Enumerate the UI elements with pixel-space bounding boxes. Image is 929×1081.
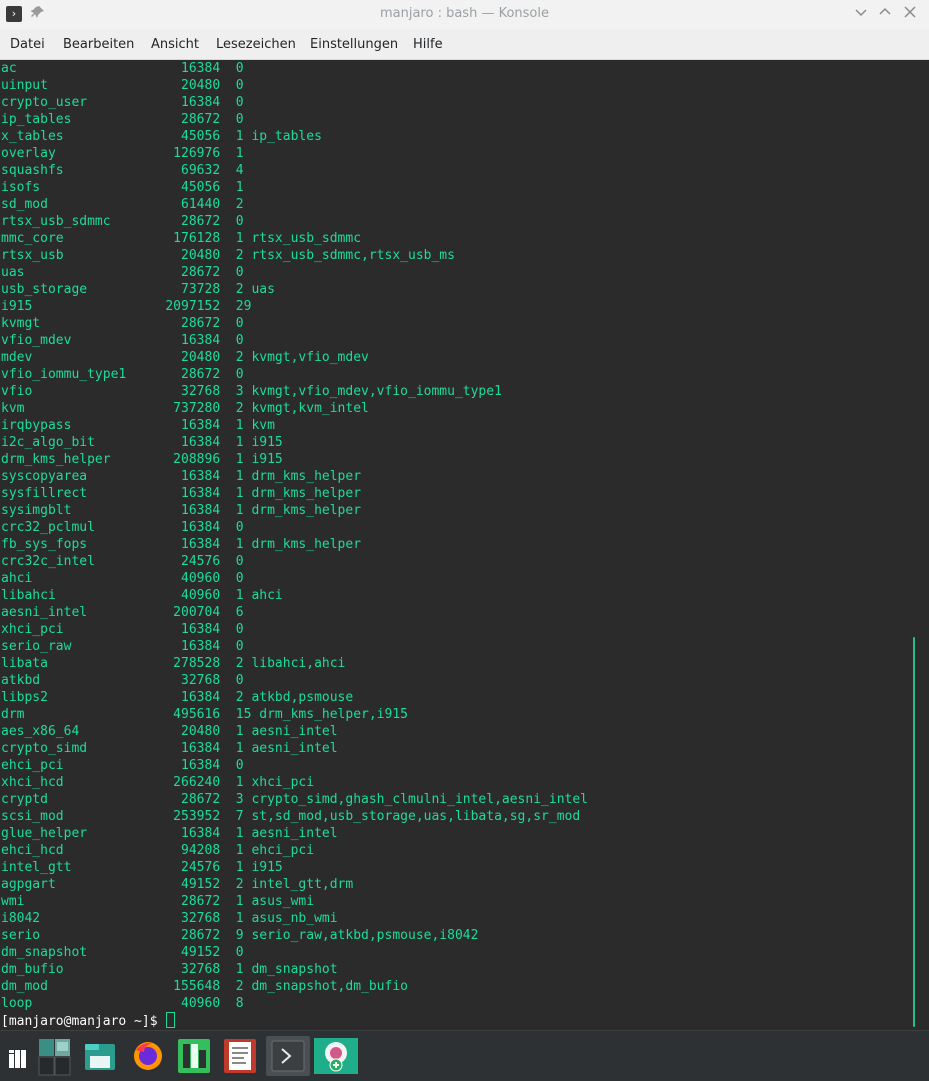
firefox-icon[interactable] bbox=[126, 1036, 170, 1076]
terminal-line: glue_helper 16384 1 aesni_intel bbox=[1, 826, 338, 841]
scrollbar-thumb[interactable] bbox=[913, 637, 915, 1027]
terminal-line: crypto_user 16384 0 bbox=[1, 95, 244, 110]
manjaro-settings-icon[interactable] bbox=[172, 1036, 216, 1076]
scrollbar-track[interactable] bbox=[923, 60, 929, 1030]
shell-prompt: [manjaro@manjaro ~]$ bbox=[1, 1014, 166, 1029]
terminal-line: libata 278528 2 libahci,ahci bbox=[1, 656, 346, 671]
terminal-line: crc32c_intel 24576 0 bbox=[1, 554, 244, 569]
application-launcher-icon[interactable] bbox=[0, 1036, 36, 1076]
terminal-line: dm_mod 155648 2 dm_snapshot,dm_bufio bbox=[1, 979, 408, 994]
title-bar: › manjaro : bash — Konsole bbox=[0, 0, 929, 30]
terminal-line: xhci_hcd 266240 1 xhci_pci bbox=[1, 775, 315, 790]
menu-lesezeichen[interactable]: Lesezeichen bbox=[216, 30, 296, 59]
terminal-line: fb_sys_fops 16384 1 drm_kms_helper bbox=[1, 537, 362, 552]
terminal-line: isofs 45056 1 bbox=[1, 180, 244, 195]
terminal-output: ac 16384 0 uinput 20480 0 crypto_user 1638… bbox=[1, 60, 588, 1029]
terminal-line: ahci 40960 0 bbox=[1, 571, 244, 586]
pager-icon[interactable] bbox=[38, 1037, 72, 1077]
terminal-line: atkbd 32768 0 bbox=[1, 673, 244, 688]
terminal-line: vfio 32768 3 kvmgt,vfio_mdev,vfio_iommu_… bbox=[1, 384, 502, 399]
terminal-line: syscopyarea 16384 1 drm_kms_helper bbox=[1, 469, 362, 484]
prompt-line[interactable]: [manjaro@manjaro ~]$ bbox=[1, 1012, 588, 1029]
terminal-line: drm 495616 15 drm_kms_helper,i915 bbox=[1, 707, 408, 722]
terminal-line: sysfillrect 16384 1 drm_kms_helper bbox=[1, 486, 362, 501]
terminal-line: libahci 40960 1 ahci bbox=[1, 588, 283, 603]
terminal-line: mmc_core 176128 1 rtsx_usb_sdmmc bbox=[1, 231, 362, 246]
terminal-line: rtsx_usb_sdmmc 28672 0 bbox=[1, 214, 244, 229]
menu-bearbeiten[interactable]: Bearbeiten bbox=[63, 30, 134, 59]
terminal-line: cryptd 28672 3 crypto_simd,ghash_clmulni… bbox=[1, 792, 588, 807]
terminal-line: ehci_hcd 94208 1 ehci_pci bbox=[1, 843, 315, 858]
file-manager-icon[interactable] bbox=[78, 1036, 122, 1076]
menu-einstellungen[interactable]: Einstellungen bbox=[310, 30, 398, 59]
menu-bar: Datei Bearbeiten Ansicht Lesezeichen Ein… bbox=[0, 30, 929, 60]
terminal-line: serio_raw 16384 0 bbox=[1, 639, 244, 654]
terminal-line: ip_tables 28672 0 bbox=[1, 112, 244, 127]
terminal-line: uas 28672 0 bbox=[1, 265, 244, 280]
terminal-line: rtsx_usb 20480 2 rtsx_usb_sdmmc,rtsx_usb… bbox=[1, 248, 455, 263]
terminal-line: kvm 737280 2 kvmgt,kvm_intel bbox=[1, 401, 369, 416]
maximize-icon[interactable] bbox=[875, 5, 895, 25]
terminal-line: i8042 32768 1 asus_nb_wmi bbox=[1, 911, 338, 926]
terminal-line: ehci_pci 16384 0 bbox=[1, 758, 244, 773]
terminal-line: scsi_mod 253952 7 st,sd_mod,usb_storage,… bbox=[1, 809, 581, 824]
menu-hilfe[interactable]: Hilfe bbox=[413, 30, 443, 59]
terminal-line: usb_storage 73728 2 uas bbox=[1, 282, 275, 297]
terminal-line: aes_x86_64 20480 1 aesni_intel bbox=[1, 724, 338, 739]
software-installer-icon[interactable] bbox=[314, 1036, 358, 1076]
text-cursor bbox=[166, 1012, 176, 1028]
terminal-line: mdev 20480 2 kvmgt,vfio_mdev bbox=[1, 350, 369, 365]
terminal-line: libps2 16384 2 atkbd,psmouse bbox=[1, 690, 354, 705]
terminal-view[interactable]: ac 16384 0 uinput 20480 0 crypto_user 1638… bbox=[0, 60, 923, 1030]
terminal-line: uinput 20480 0 bbox=[1, 78, 244, 93]
text-editor-icon[interactable] bbox=[218, 1036, 262, 1076]
close-icon[interactable] bbox=[900, 5, 920, 25]
window-title: manjaro : bash — Konsole bbox=[379, 6, 549, 21]
terminal-line: x_tables 45056 1 ip_tables bbox=[1, 129, 322, 144]
terminal-line: agpgart 49152 2 intel_gtt,drm bbox=[1, 877, 354, 892]
minimize-icon[interactable] bbox=[851, 5, 871, 25]
konsole-icon[interactable] bbox=[266, 1036, 310, 1076]
terminal-line: crc32_pclmul 16384 0 bbox=[1, 520, 244, 535]
terminal-line: i2c_algo_bit 16384 1 i915 bbox=[1, 435, 283, 450]
terminal-line: squashfs 69632 4 bbox=[1, 163, 244, 178]
terminal-line: aesni_intel 200704 6 bbox=[1, 605, 244, 620]
terminal-line: sd_mod 61440 2 bbox=[1, 197, 244, 212]
terminal-line: vfio_iommu_type1 28672 0 bbox=[1, 367, 244, 382]
terminal-line: i915 2097152 29 bbox=[1, 299, 252, 314]
terminal-line: overlay 126976 1 bbox=[1, 146, 244, 161]
menu-datei[interactable]: Datei bbox=[10, 30, 45, 59]
taskbar bbox=[0, 1030, 929, 1081]
terminal-line: ac 16384 0 bbox=[1, 61, 244, 76]
menu-ansicht[interactable]: Ansicht bbox=[151, 30, 199, 59]
terminal-line: serio 28672 9 serio_raw,atkbd,psmouse,i8… bbox=[1, 928, 479, 943]
terminal-line: irqbypass 16384 1 kvm bbox=[1, 418, 275, 433]
terminal-line: crypto_simd 16384 1 aesni_intel bbox=[1, 741, 338, 756]
terminal-line: sysimgblt 16384 1 drm_kms_helper bbox=[1, 503, 362, 518]
terminal-line: intel_gtt 24576 1 i915 bbox=[1, 860, 283, 875]
terminal-line: loop 40960 8 bbox=[1, 996, 244, 1011]
terminal-line: xhci_pci 16384 0 bbox=[1, 622, 244, 637]
terminal-line: dm_bufio 32768 1 dm_snapshot bbox=[1, 962, 338, 977]
terminal-line: kvmgt 28672 0 bbox=[1, 316, 244, 331]
terminal-line: drm_kms_helper 208896 1 i915 bbox=[1, 452, 283, 467]
terminal-line: dm_snapshot 49152 0 bbox=[1, 945, 244, 960]
terminal-line: vfio_mdev 16384 0 bbox=[1, 333, 244, 348]
terminal-line: wmi 28672 1 asus_wmi bbox=[1, 894, 315, 909]
